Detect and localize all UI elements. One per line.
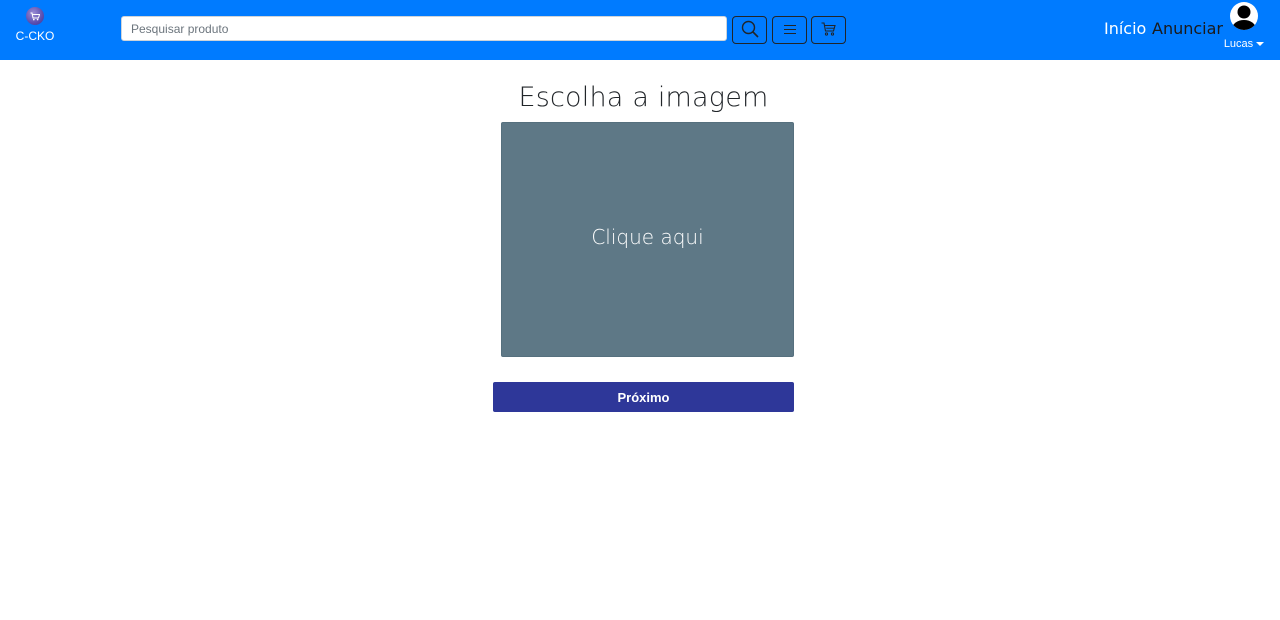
caret-down-icon [1256, 42, 1265, 46]
cart-button[interactable] [811, 16, 846, 44]
search-input[interactable] [121, 16, 727, 41]
image-upload-label: Clique aqui [591, 224, 704, 249]
next-button[interactable]: Próximo [493, 382, 794, 412]
menu-icon [783, 23, 796, 38]
image-upload-area[interactable]: Clique aqui [501, 122, 794, 357]
cart-logo-icon [26, 7, 44, 25]
brand-home-link[interactable]: C-CKO [12, 6, 58, 50]
top-navbar: C-CKO Início A [0, 0, 1280, 60]
menu-button[interactable] [772, 16, 807, 44]
search-icon [741, 20, 759, 41]
nav-link-anunciar[interactable]: Anunciar [1152, 19, 1223, 38]
user-name-label: Lucas [1223, 38, 1254, 50]
user-name: Lucas [1223, 38, 1265, 50]
page-title: Escolha a imagem [518, 82, 769, 113]
user-avatar-icon [1229, 1, 1259, 36]
brand-name: C-CKO [15, 29, 55, 43]
user-menu-toggle[interactable]: Lucas [1222, 1, 1266, 53]
search-button[interactable] [732, 16, 767, 44]
cart-icon [821, 21, 836, 39]
nav-link-inicio[interactable]: Início [1104, 19, 1146, 38]
